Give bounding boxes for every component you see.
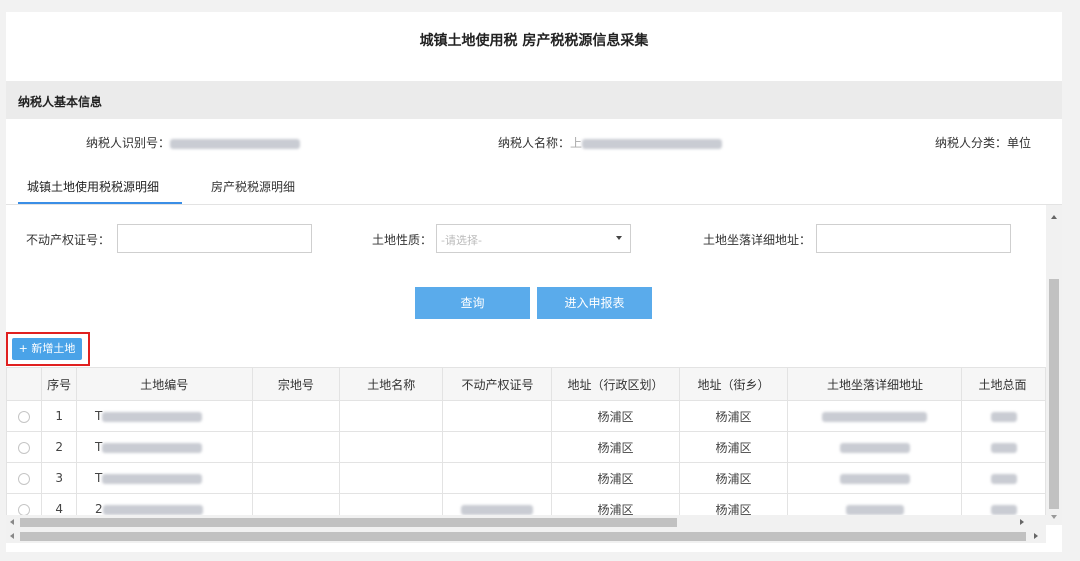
section-title: 纳税人基本信息 <box>18 95 103 109</box>
add-land-highlight: + 新增土地 <box>6 332 90 366</box>
area-redacted <box>990 411 1017 422</box>
row-radio[interactable] <box>18 503 31 516</box>
tab-bar: 城镇土地使用税税源明细 房产税税源明细 <box>6 164 1062 205</box>
taxpayer-category-label: 纳税人分类： <box>935 136 1008 150</box>
taxpayer-category: 纳税人分类：单位 <box>935 134 1031 151</box>
land-name <box>339 400 444 432</box>
scroll-up-icon[interactable] <box>1051 215 1057 219</box>
active-tab-indicator <box>18 202 182 204</box>
table-header-row: 序号 土地编号 宗地号 土地名称 不动产权证号 地址（行政区划） 地址（街乡） … <box>6 367 1046 401</box>
query-button[interactable]: 查询 <box>415 287 530 319</box>
land-no-prefix: T <box>95 440 103 454</box>
taxpayer-name-value-redacted <box>582 138 723 149</box>
declare-button[interactable]: 进入申报表 <box>537 287 652 319</box>
land-no-redacted <box>102 473 203 484</box>
row-radio[interactable] <box>18 472 31 485</box>
land-no-redacted <box>102 442 203 453</box>
tax-source-panel: 城镇土地使用税 房产税税源信息采集 纳税人基本信息 纳税人识别号： 纳税人名称：… <box>6 12 1062 552</box>
property-cert-label: 不动产权证号： <box>26 233 111 247</box>
address-redacted <box>822 411 928 422</box>
street: 杨浦区 <box>678 431 789 463</box>
land-nature-label: 土地性质： <box>372 233 433 247</box>
land-table: 序号 土地编号 宗地号 土地名称 不动产权证号 地址（行政区划） 地址（街乡） … <box>6 367 1046 525</box>
col-total-area: 土地总面 <box>961 367 1046 401</box>
address-input[interactable] <box>816 224 1011 253</box>
inner-horizontal-scrollbar[interactable] <box>6 515 1046 529</box>
land-nature-placeholder: -请选择- <box>441 234 482 247</box>
taxpayer-id-label: 纳税人识别号： <box>86 136 171 150</box>
add-land-button[interactable]: + 新增土地 <box>12 338 82 360</box>
scroll-left-icon[interactable] <box>10 519 14 525</box>
col-address: 土地坐落详细地址 <box>787 367 963 401</box>
row-radio[interactable] <box>18 441 31 454</box>
area-redacted <box>990 473 1017 484</box>
land-no-redacted <box>102 504 203 515</box>
district: 杨浦区 <box>551 462 680 494</box>
property-cert-redacted <box>461 504 534 515</box>
district: 杨浦区 <box>551 400 680 432</box>
col-property-cert: 不动产权证号 <box>442 367 553 401</box>
taxpayer-name-label: 纳税人名称： <box>498 136 571 150</box>
table-row[interactable]: 1 T 杨浦区 杨浦区 <box>6 400 1046 432</box>
address-label: 土地坐落详细地址： <box>703 233 812 247</box>
scroll-right-icon[interactable] <box>1020 519 1024 525</box>
col-land-name: 土地名称 <box>339 367 444 401</box>
street: 杨浦区 <box>678 400 789 432</box>
chevron-down-icon <box>616 236 622 240</box>
parcel-no <box>251 462 341 494</box>
land-name <box>339 431 444 463</box>
row-index: 1 <box>41 400 78 432</box>
scroll-left-icon[interactable] <box>10 533 14 539</box>
row-radio[interactable] <box>18 410 31 423</box>
tab-property-tax-detail[interactable]: 房产税税源明细 <box>211 178 295 195</box>
scroll-right-icon[interactable] <box>1034 533 1038 539</box>
inner-horizontal-scroll-thumb[interactable] <box>20 518 677 527</box>
address-redacted <box>845 504 904 515</box>
row-index: 3 <box>41 462 78 494</box>
land-no-prefix: T <box>95 409 103 423</box>
taxpayer-id: 纳税人识别号： <box>86 134 301 151</box>
street: 杨浦区 <box>678 462 789 494</box>
land-nature-select[interactable]: -请选择- <box>436 224 631 253</box>
basic-info-section-header: 纳税人基本信息 <box>6 81 1062 119</box>
land-no-prefix: 2 <box>95 502 103 516</box>
taxpayer-name: 纳税人名称：上 <box>498 134 723 151</box>
land-name <box>339 462 444 494</box>
content-scroll-area: 不动产权证号： 土地性质： -请选择- 土地坐落详细地址： 查询 进入申报表 +… <box>6 205 1046 525</box>
district: 杨浦区 <box>551 431 680 463</box>
property-cert <box>442 400 553 432</box>
vertical-scroll-thumb[interactable] <box>1049 279 1059 509</box>
table-row[interactable]: 2 T 杨浦区 杨浦区 <box>6 431 1046 463</box>
col-select <box>6 367 43 401</box>
property-cert <box>442 431 553 463</box>
land-no-prefix: T <box>95 471 103 485</box>
taxpayer-name-prefix: 上 <box>570 136 583 150</box>
parcel-no <box>251 400 341 432</box>
outer-horizontal-scrollbar[interactable] <box>6 529 1046 543</box>
col-land-no: 土地编号 <box>76 367 253 401</box>
taxpayer-category-value: 单位 <box>1007 136 1032 150</box>
scroll-down-icon[interactable] <box>1051 515 1057 519</box>
taxpayer-id-value-redacted <box>170 138 301 149</box>
property-cert <box>442 462 553 494</box>
outer-horizontal-scroll-thumb[interactable] <box>20 532 1026 541</box>
col-index: 序号 <box>41 367 78 401</box>
row-index: 2 <box>41 431 78 463</box>
address-redacted <box>839 473 910 484</box>
property-cert-input[interactable] <box>117 224 312 253</box>
land-no-redacted <box>102 411 203 422</box>
area-redacted <box>990 504 1017 515</box>
page-title: 城镇土地使用税 房产税税源信息采集 <box>419 33 649 49</box>
col-district: 地址（行政区划） <box>551 367 680 401</box>
col-street: 地址（街乡） <box>678 367 789 401</box>
parcel-no <box>251 431 341 463</box>
vertical-scrollbar[interactable] <box>1046 205 1062 525</box>
address-redacted <box>839 442 910 453</box>
area-redacted <box>990 442 1017 453</box>
table-row[interactable]: 3 T 杨浦区 杨浦区 <box>6 462 1046 494</box>
col-parcel-no: 宗地号 <box>251 367 341 401</box>
tab-land-use-tax-detail[interactable]: 城镇土地使用税税源明细 <box>27 178 159 195</box>
